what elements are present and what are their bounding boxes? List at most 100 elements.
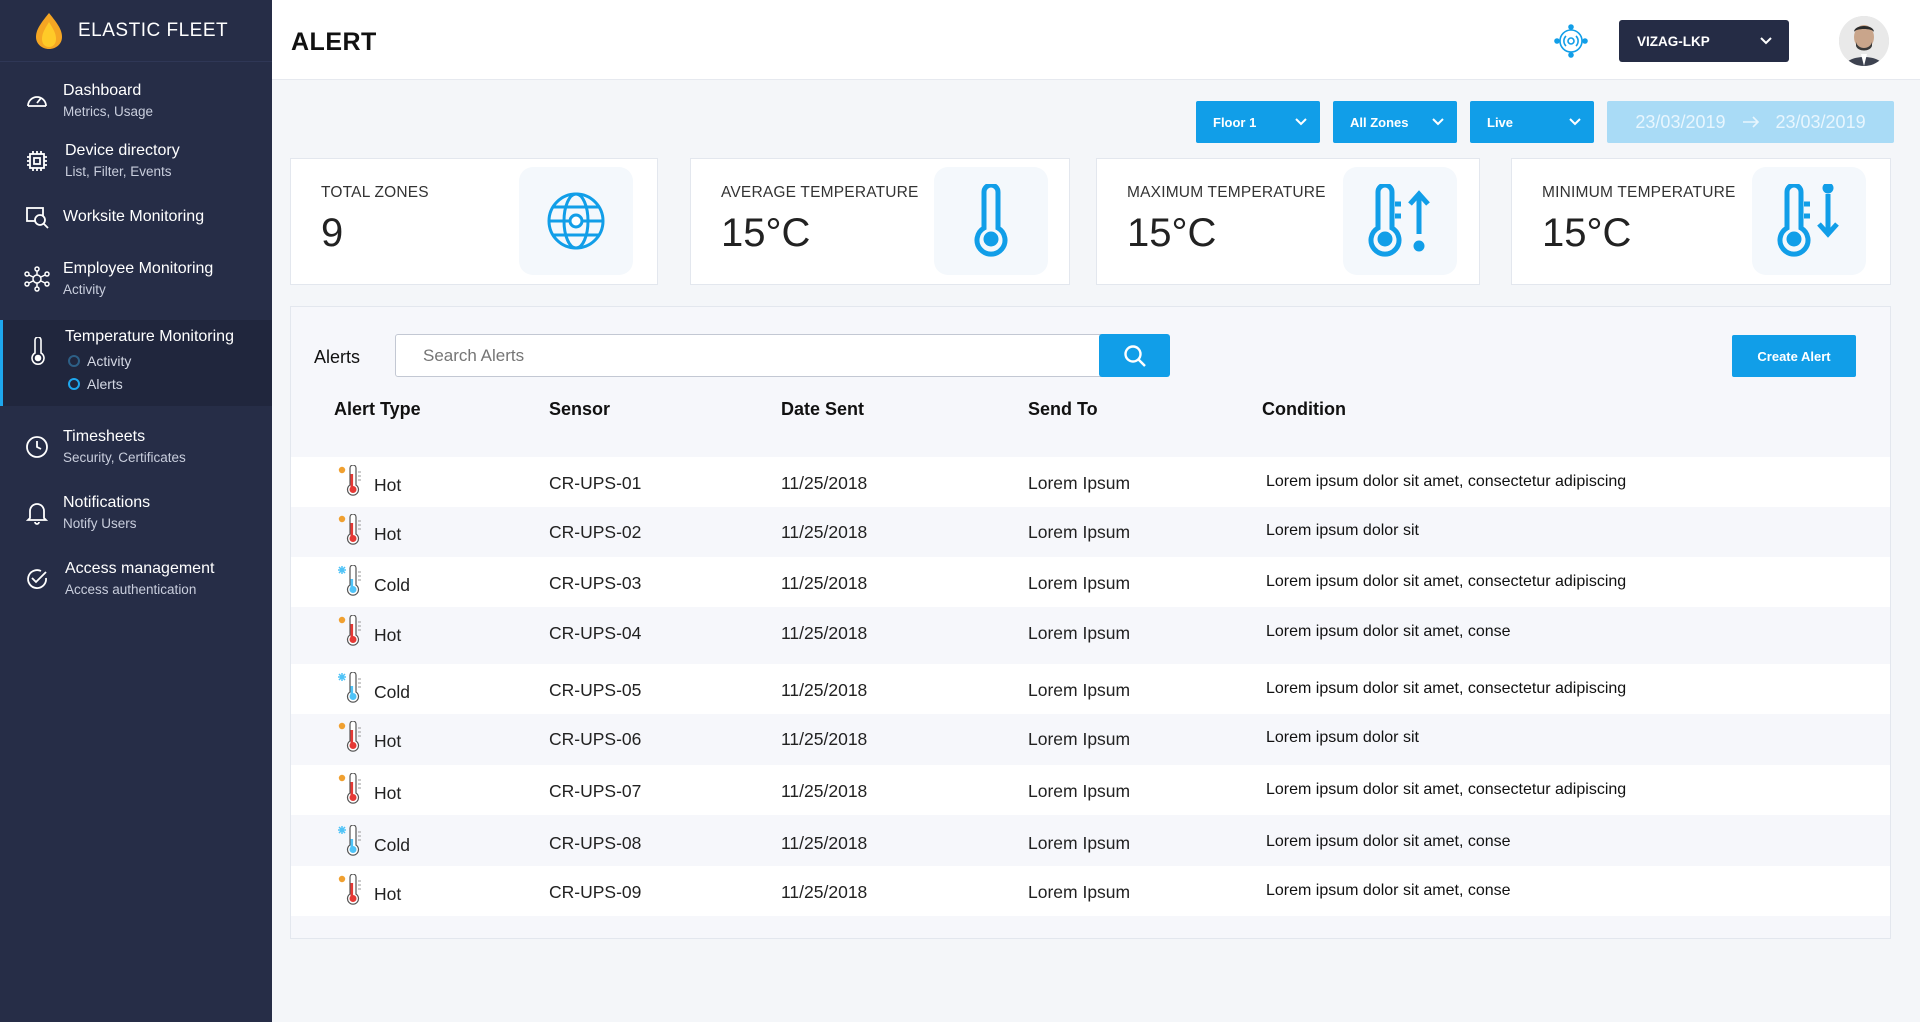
column-header[interactable]: Sensor: [549, 399, 610, 420]
condition-cell: Lorem ipsum dolor sit amet, consectetur …: [1266, 680, 1627, 697]
sidebar-item-device-directory[interactable]: Device directory List, Filter, Events: [0, 138, 272, 188]
stat-value: 9: [321, 211, 344, 255]
sidebar-item-dashboard[interactable]: Dashboard Metrics, Usage: [0, 78, 272, 128]
floor-select[interactable]: Floor 1: [1196, 101, 1320, 143]
mode-select[interactable]: Live: [1470, 101, 1594, 143]
date-from[interactable]: 23/03/2019: [1635, 112, 1725, 133]
stat-card-minimum-temperature: MINIMUM TEMPERATURE 15°C: [1511, 158, 1891, 285]
table-row[interactable]: Cold CR-UPS-03 11/25/2018 Lorem Ipsum Lorem …: [291, 557, 1890, 607]
table-row[interactable]: Hot CR-UPS-04 11/25/2018 Lorem Ipsum Lorem i…: [291, 607, 1890, 657]
stat-label: MINIMUM TEMPERATURE: [1542, 184, 1736, 201]
sidebar-item-worksite-monitoring[interactable]: Worksite Monitoring: [0, 202, 272, 236]
alerts-panel: Alerts Create Alert Alert Type Sensor Da…: [290, 306, 1891, 939]
sensor-cell: CR-UPS-07: [549, 781, 642, 801]
table-row[interactable]: Hot CR-UPS-07 11/25/2018 Lorem Ipsum Lorem i…: [291, 765, 1890, 815]
create-alert-button[interactable]: Create Alert: [1732, 335, 1856, 377]
table-row[interactable]: Hot CR-UPS-06 11/25/2018 Lorem Ipsum Lorem i…: [291, 713, 1890, 763]
cold-thermometer-icon: [337, 671, 363, 704]
sensor-cell: CR-UPS-08: [549, 833, 642, 853]
alert-type-cell: Hot: [337, 772, 402, 805]
sidebar-subitem-activity[interactable]: Activity: [65, 353, 234, 369]
condition-cell: Lorem ipsum dolor sit amet, consectetur …: [1266, 781, 1627, 798]
date-sent-cell: 11/25/2018: [781, 522, 868, 542]
sensor-cell: CR-UPS-06: [549, 729, 642, 749]
send-to-cell: Lorem Ipsum: [1028, 522, 1131, 542]
alerts-label: Alerts: [314, 347, 361, 367]
alert-type-label: Hot: [374, 523, 402, 544]
hot-thermometer-icon: [337, 720, 363, 753]
alert-type-cell: Hot: [337, 614, 401, 647]
cold-thermometer-icon: [337, 824, 363, 857]
network-icon: [24, 266, 50, 292]
sidebar-item-temperature-monitoring[interactable]: Temperature Monitoring Activity Alerts: [0, 320, 272, 406]
alert-type-label: Hot: [374, 782, 402, 803]
date-sent-cell: 11/25/2018: [781, 473, 868, 493]
brand[interactable]: ELASTIC FLEET: [0, 0, 272, 62]
sensor-cell: CR-UPS-09: [549, 882, 642, 902]
column-header[interactable]: Condition: [1262, 399, 1346, 420]
thermometer-down-icon: [1752, 167, 1866, 275]
condition-cell: Lorem ipsum dolor sit: [1266, 522, 1419, 539]
hot-thermometer-icon: [337, 513, 363, 546]
sidebar-item-sublabel: List, Filter, Events: [65, 164, 172, 179]
thermometer-up-icon: [1343, 167, 1457, 275]
site-select[interactable]: VIZAG-LKP: [1619, 20, 1789, 62]
alert-type-label: Hot: [374, 474, 402, 495]
table-row[interactable]: Hot CR-UPS-01 11/25/2018 Lorem Ipsum Lorem i…: [291, 457, 1890, 507]
stat-value: 15°C: [721, 211, 811, 255]
sensor-cell: CR-UPS-02: [549, 522, 642, 542]
sidebar-item-employee-monitoring[interactable]: Employee Monitoring Activity: [0, 256, 272, 306]
table-row[interactable]: Hot CR-UPS-09 11/25/2018 Lorem Ipsum Lorem i…: [291, 866, 1890, 916]
search-input[interactable]: [395, 334, 1115, 377]
bell-icon: [24, 500, 50, 526]
floor-select-value: Floor 1: [1213, 114, 1257, 130]
chevron-down-icon: [1432, 118, 1444, 126]
send-to-cell: Lorem Ipsum: [1028, 882, 1131, 902]
cold-thermometer-icon: [337, 564, 363, 597]
table-row[interactable]: Cold CR-UPS-05 11/25/2018 Lorem Ipsum Lorem …: [291, 664, 1890, 714]
connectivity-icon[interactable]: [1552, 22, 1590, 60]
chevron-down-icon: [1569, 118, 1581, 126]
sidebar-item-label: Worksite Monitoring: [63, 208, 205, 225]
date-sent-cell: 11/25/2018: [781, 833, 868, 853]
brand-name: ELASTIC FLEET: [78, 19, 229, 41]
date-sent-cell: 11/25/2018: [781, 680, 868, 700]
sidebar-item-label: Notifications: [63, 494, 151, 511]
column-header[interactable]: Send To: [1028, 399, 1098, 420]
date-to[interactable]: 23/03/2019: [1776, 112, 1866, 133]
avatar[interactable]: [1839, 16, 1889, 66]
chevron-down-icon: [1295, 118, 1307, 126]
table-row[interactable]: Hot CR-UPS-02 11/25/2018 Lorem Ipsum Lorem i…: [291, 506, 1890, 556]
radio-dot-icon: [68, 378, 80, 390]
top-bar: ALERT VIZAG-LKP: [272, 0, 1920, 80]
sidebar-item-notifications[interactable]: Notifications Notify Users: [0, 490, 272, 540]
search-button[interactable]: [1099, 334, 1170, 377]
column-header[interactable]: Date Sent: [781, 399, 864, 420]
zones-select-value: All Zones: [1350, 114, 1409, 130]
sidebar-subitem-label: Activity: [87, 353, 132, 369]
column-header[interactable]: Alert Type: [334, 399, 421, 420]
alert-type-cell: Cold: [337, 671, 410, 704]
sidebar-item-access-management[interactable]: Access management Access authentication: [0, 556, 272, 606]
date-sent-cell: 11/25/2018: [781, 729, 868, 749]
sidebar-item-timesheets[interactable]: Timesheets Security, Certificates: [0, 424, 272, 474]
condition-cell: Lorem ipsum dolor sit amet, consectetur …: [1266, 573, 1627, 590]
alert-type-cell: Cold: [337, 824, 410, 857]
sidebar-item-label: Dashboard: [63, 82, 142, 99]
zones-select[interactable]: All Zones: [1333, 101, 1457, 143]
sidebar-subitem-alerts[interactable]: Alerts: [65, 376, 234, 392]
send-to-cell: Lorem Ipsum: [1028, 833, 1131, 853]
sidebar-item-label: Device directory: [65, 142, 180, 159]
send-to-cell: Lorem Ipsum: [1028, 729, 1131, 749]
stat-label: TOTAL ZONES: [321, 184, 429, 201]
check-circle-icon: [24, 566, 50, 592]
date-range-picker[interactable]: 23/03/2019 23/03/2019: [1607, 101, 1894, 143]
table-row[interactable]: Cold CR-UPS-08 11/25/2018 Lorem Ipsum Lorem …: [291, 817, 1890, 867]
condition-cell: Lorem ipsum dolor sit: [1266, 729, 1419, 746]
send-to-cell: Lorem Ipsum: [1028, 623, 1131, 643]
chip-icon: [24, 148, 50, 174]
sensor-cell: CR-UPS-05: [549, 680, 642, 700]
sensor-cell: CR-UPS-01: [549, 473, 642, 493]
hot-thermometer-icon: [337, 614, 363, 647]
sensor-cell: CR-UPS-04: [549, 623, 642, 643]
